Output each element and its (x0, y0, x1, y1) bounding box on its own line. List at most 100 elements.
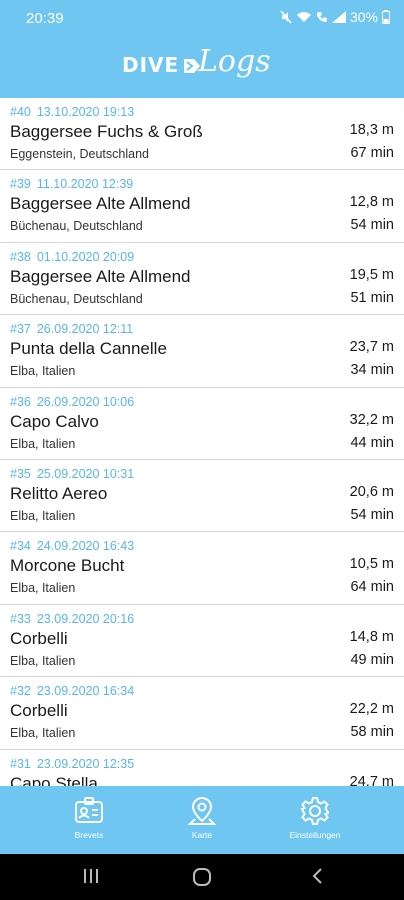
dive-number: #38 (10, 249, 31, 264)
dive-datetime: 11.10.2020 12:39 (36, 177, 134, 192)
dive-max-depth: 32,2 m (349, 411, 394, 428)
recent-apps-button[interactable] (82, 867, 100, 885)
dive-row[interactable]: #32 23.09.2020 16:34 Corbelli Elba, Italien… (0, 677, 404, 750)
wifi-icon (296, 12, 311, 22)
dive-duration: 58 min (350, 724, 394, 741)
home-button[interactable] (192, 867, 212, 887)
dive-site: Capo Stella (10, 773, 98, 786)
dive-site: Corbelli (10, 628, 68, 648)
back-button[interactable] (310, 867, 326, 885)
dive-row[interactable]: #33 23.09.2020 20:16 Corbelli Elba, Italien… (0, 605, 404, 678)
dive-site: Relitto Aereo (10, 483, 108, 503)
dive-datetime: 01.10.2020 20:09 (36, 249, 135, 264)
logo-text: DIVE (122, 53, 180, 77)
dive-datetime: 23.09.2020 16:34 (36, 684, 135, 699)
dive-duration: 67 min (350, 145, 394, 161)
dive-row[interactable]: #38 01.10.2020 20:09 Baggersee Alte Allmen… (0, 243, 404, 316)
map-pin-icon (187, 796, 217, 825)
dive-duration: 44 min (350, 434, 394, 451)
dive-site: Morcone Bucht (10, 556, 125, 576)
dive-list[interactable]: #40 13.10.2020 19:13 Baggersee Fuchs & Gro… (0, 98, 404, 786)
dive-max-depth: 20,6 m (349, 483, 394, 500)
dive-max-depth: 10,5 m (349, 556, 394, 573)
bottom-tab-bar: Brevets Karte Einstellungen (0, 786, 404, 854)
tab-einstellungen-label: Einstellungen (289, 830, 341, 840)
dive-duration: 51 min (350, 289, 394, 306)
mute-icon (280, 10, 292, 24)
dive-datetime: 13.10.2020 19:13 (36, 105, 135, 119)
dive-site: Baggersee Alte Allmend (10, 194, 191, 214)
dive-location: Eggenstein, Deutschland (10, 147, 149, 161)
dive-row[interactable]: #37 26.09.2020 12:11 Punta della Cannelle E… (0, 315, 404, 388)
battery-icon (382, 10, 390, 24)
dive-duration: 54 min (350, 506, 394, 523)
dive-location: Elba, Italien (10, 581, 76, 596)
dive-max-depth: 14,8 m (349, 628, 394, 645)
dive-location: Büchenau, Deutschland (10, 219, 143, 234)
battery-percent: 30% (349, 9, 378, 25)
dive-number: #39 (10, 177, 31, 192)
dive-meta: #31 23.09.2020 12:35 (10, 757, 134, 771)
dive-meta: #40 13.10.2020 19:13 (10, 105, 134, 119)
dive-meta: #35 25.09.2020 10:31 (10, 467, 134, 481)
dive-site: Punta della Cannelle (10, 339, 167, 359)
logo-script-text: Logs (198, 44, 271, 79)
dive-number: #40 (10, 105, 31, 119)
dive-site: Corbelli (10, 701, 68, 721)
dive-datetime: 26.09.2020 10:06 (36, 394, 135, 409)
dive-meta: #38 01.10.2020 20:09 (10, 250, 134, 264)
dive-site: Baggersee Alte Allmend (10, 266, 191, 286)
status-time: 20:39 (26, 10, 64, 27)
dive-meta: #39 11.10.2020 12:39 (10, 177, 133, 191)
dive-row[interactable]: #35 25.09.2020 10:31 Relitto Aereo Elba, It… (0, 460, 404, 533)
dive-row[interactable]: #31 23.09.2020 12:35 Capo Stella 24,7 m (0, 750, 404, 786)
dive-number: #32 (10, 684, 31, 699)
dive-datetime: 23.09.2020 20:16 (36, 611, 135, 626)
call-icon (316, 12, 327, 23)
dive-location: Elba, Italien (10, 364, 76, 379)
dive-duration: 49 min (350, 651, 394, 668)
dive-meta: #36 26.09.2020 10:06 (10, 395, 134, 409)
dive-site: Capo Calvo (10, 411, 99, 431)
dive-location: Elba, Italien (10, 726, 76, 741)
id-card-icon (75, 797, 103, 823)
tab-einstellungen[interactable]: Einstellungen (248, 786, 382, 854)
dive-duration: 34 min (350, 362, 394, 379)
dive-meta: #37 26.09.2020 12:11 (10, 322, 133, 336)
dive-row[interactable]: #36 26.09.2020 10:06 Capo Calvo Elba, Itali… (0, 388, 404, 460)
dive-row[interactable]: #34 24.09.2020 16:43 Morcone Bucht Elba, It… (0, 532, 404, 605)
dive-duration: 64 min (350, 579, 394, 596)
app-header: DIVE Logs (0, 38, 404, 98)
dive-max-depth: 18,3 m (349, 122, 394, 138)
dive-number: #34 (10, 539, 31, 554)
dive-location: Büchenau, Deutschland (10, 291, 143, 306)
dive-number: #36 (10, 394, 31, 409)
dive-location: Elba, Italien (10, 508, 76, 523)
dive-meta: #34 24.09.2020 16:43 (10, 539, 134, 553)
dive-duration: 54 min (350, 217, 394, 234)
dive-number: #35 (10, 466, 31, 481)
app-logo: DIVE Logs (122, 44, 292, 94)
dive-max-depth: 24,7 m (349, 773, 394, 786)
status-icons: 30% (280, 9, 390, 25)
system-nav-bar (0, 854, 404, 900)
dive-max-depth: 19,5 m (349, 266, 394, 283)
gear-icon (300, 797, 329, 825)
dive-row[interactable]: #40 13.10.2020 19:13 Baggersee Fuchs & Gro… (0, 98, 404, 171)
dive-datetime: 25.09.2020 10:31 (36, 466, 135, 481)
dive-location: Elba, Italien (10, 653, 76, 668)
dive-number: #31 (10, 756, 31, 771)
dive-datetime: 26.09.2020 12:11 (36, 322, 134, 337)
dive-meta: #33 23.09.2020 20:16 (10, 612, 134, 626)
dive-row[interactable]: #39 11.10.2020 12:39 Baggersee Alte Allmen… (0, 170, 404, 243)
dive-max-depth: 22,2 m (349, 701, 394, 718)
dive-meta: #32 23.09.2020 16:34 (10, 684, 134, 698)
dive-datetime: 24.09.2020 16:43 (36, 539, 135, 554)
dive-site: Baggersee Fuchs & Groß (10, 122, 203, 141)
dive-datetime: 23.09.2020 12:35 (36, 756, 135, 771)
status-bar: 20:39 30% (0, 0, 404, 38)
dive-number: #37 (10, 322, 31, 337)
dive-location: Elba, Italien (10, 436, 76, 451)
dive-max-depth: 12,8 m (349, 194, 394, 211)
dive-max-depth: 23,7 m (349, 339, 394, 356)
